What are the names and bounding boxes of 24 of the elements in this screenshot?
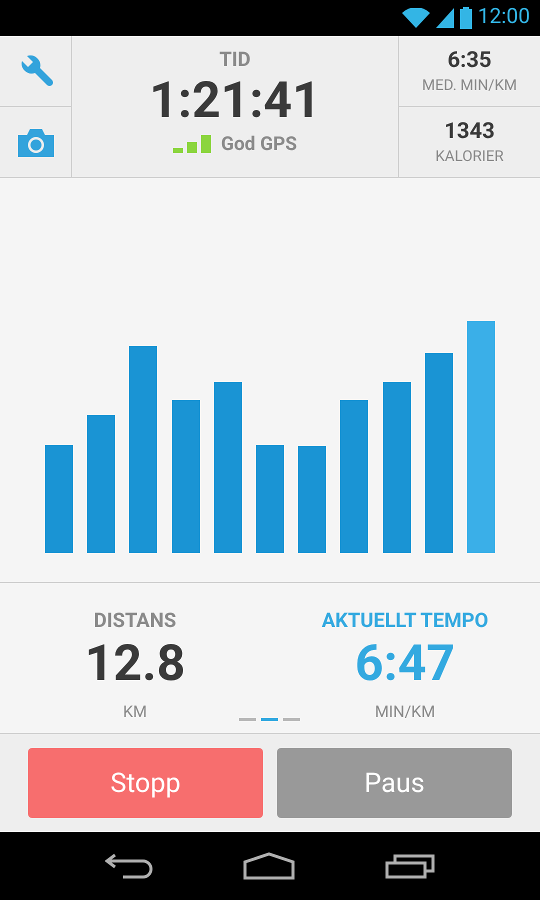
metric-unit: KM (122, 701, 147, 723)
time-label: TID (219, 46, 251, 72)
stop-button[interactable]: Stopp (28, 748, 263, 818)
home-icon[interactable] (243, 852, 295, 880)
metric-label: DISTANS (94, 607, 176, 633)
back-icon[interactable] (105, 853, 153, 879)
status-time: 12:00 (478, 4, 530, 32)
stat-value: 6:35 (447, 47, 492, 75)
signal-icon (436, 8, 454, 28)
gps-signal-icon (173, 135, 211, 154)
recent-apps-icon[interactable] (385, 853, 435, 879)
time-value: 1:21:41 (149, 72, 321, 130)
wifi-icon (402, 8, 430, 28)
metric-value: 12.8 (84, 634, 186, 695)
pause-button[interactable]: Paus (277, 748, 512, 818)
stat-label: MED. MIN/KM (422, 75, 517, 95)
gps-status: God GPS (221, 131, 297, 157)
stat-label: KALORIER (435, 146, 504, 166)
camera-icon (18, 127, 54, 157)
metric-unit: MIN/KM (374, 701, 436, 723)
metric-label: AKTUELLT TEMPO (322, 607, 488, 633)
battery-icon (460, 7, 472, 29)
stat-value: 1343 (444, 118, 495, 146)
metric-value: 6:47 (354, 634, 456, 695)
